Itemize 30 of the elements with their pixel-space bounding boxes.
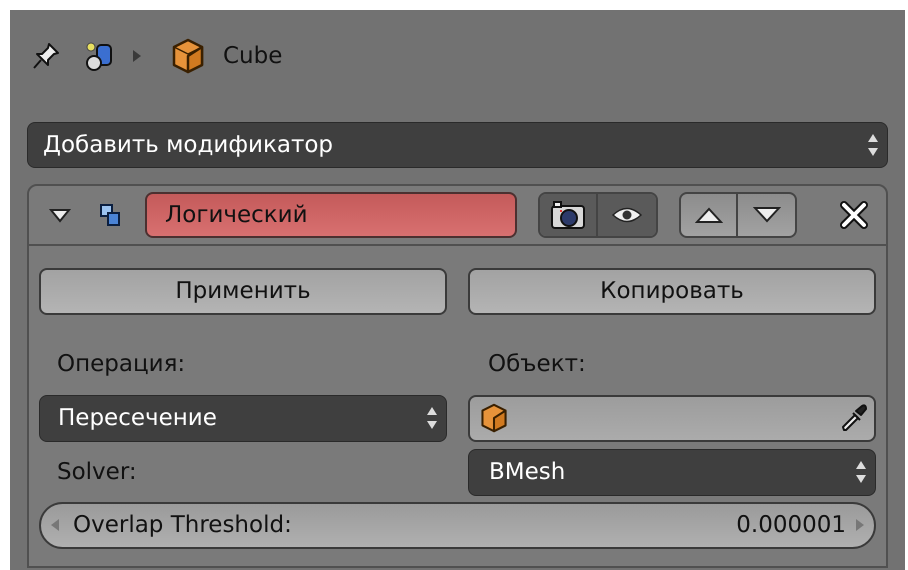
operation-dropdown[interactable]: Пересечение xyxy=(39,394,447,442)
modifier-name-field[interactable]: Логический xyxy=(145,192,517,238)
close-icon[interactable] xyxy=(840,201,868,229)
object-label: Объект: xyxy=(487,350,587,379)
cube-icon xyxy=(480,403,508,433)
up-triangle-icon xyxy=(694,206,722,224)
up-down-arrows-icon xyxy=(867,132,879,158)
camera-icon xyxy=(550,200,586,230)
down-triangle-icon xyxy=(752,206,780,224)
pin-icon[interactable] xyxy=(31,41,61,71)
apply-button[interactable]: Применить xyxy=(39,268,447,315)
up-down-arrows-icon xyxy=(855,459,867,485)
overlap-threshold-label: Overlap Threshold: xyxy=(73,510,292,540)
copy-button[interactable]: Копировать xyxy=(468,268,876,315)
solver-dropdown[interactable]: BMesh xyxy=(468,448,876,496)
eye-icon xyxy=(611,206,643,224)
render-toggle[interactable] xyxy=(540,194,598,236)
collapse-triangle-icon[interactable] xyxy=(49,207,71,223)
up-down-arrows-icon xyxy=(426,405,438,431)
boolean-modifier-icon xyxy=(99,203,121,227)
operation-label: Операция: xyxy=(56,350,186,379)
add-modifier-dropdown[interactable]: Добавить модификатор xyxy=(27,122,888,168)
solver-label: Solver: xyxy=(56,458,138,487)
object-field[interactable] xyxy=(468,394,876,442)
object-name: Cube xyxy=(223,42,282,71)
cube-icon xyxy=(171,38,205,74)
overlap-threshold-value: 0.000001 xyxy=(736,510,846,540)
eyedropper-icon[interactable] xyxy=(840,403,868,433)
viewport-toggle[interactable] xyxy=(598,194,656,236)
breadcrumb-arrow-icon xyxy=(133,50,141,62)
